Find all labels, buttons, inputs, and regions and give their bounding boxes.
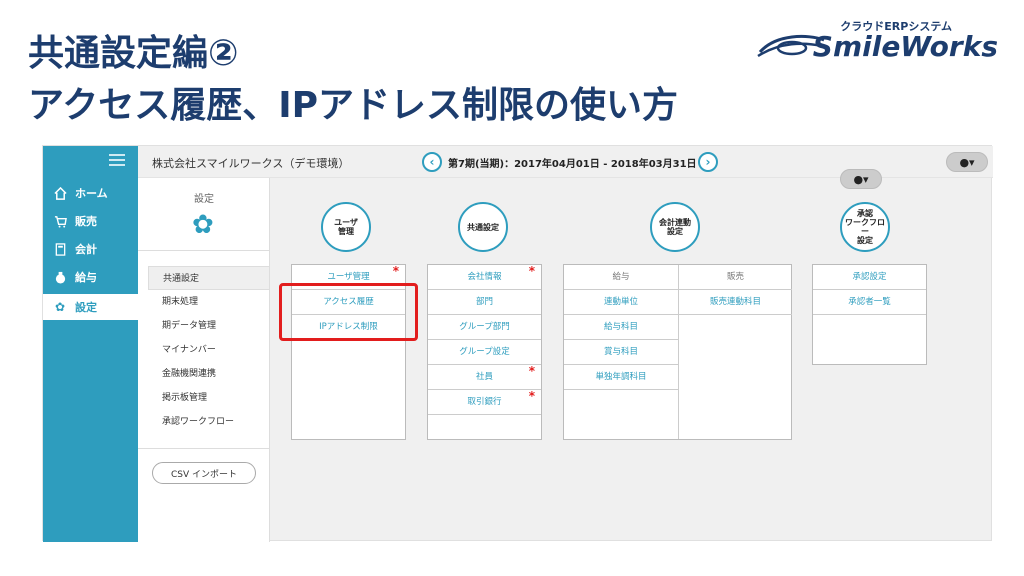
gear-icon: ✿ (54, 300, 66, 314)
sales-subcolumn: 販売 販売連動科目 (679, 265, 792, 315)
side-nav: ホーム 販売 会計 給与 ✿ 設定 (43, 146, 138, 542)
divider (138, 250, 270, 251)
settings-heading: 設定 (194, 194, 214, 205)
link-employee[interactable]: 社員 * (428, 364, 541, 390)
link-salary-account[interactable]: 給与科目 (564, 315, 678, 340)
row-label: 社員 (475, 372, 493, 382)
row-label: 会社情報 (467, 272, 502, 282)
company-name: 株式会社スマイルワークス（デモ環境） (152, 157, 350, 170)
app-window: ホーム 販売 会計 給与 ✿ 設定 株式会社スマイルワークス（デモ環境） ‹ 第… (42, 145, 993, 542)
column-accounting-link: 給与 連動単位 給与科目 賞与科目 単独年調科目 販売 販売連動科目 (563, 264, 792, 440)
sales-header: 販売 (679, 265, 792, 290)
link-link-unit[interactable]: 連動単位 (564, 290, 678, 315)
settings-item-period-data[interactable]: 期データ管理 (138, 314, 270, 338)
next-period-button[interactable]: › (698, 152, 718, 172)
link-group-department[interactable]: グループ部門 (428, 315, 541, 340)
settings-item-year-end[interactable]: 期末処理 (138, 290, 270, 314)
home-icon (53, 186, 67, 200)
group-circle-user: ユーザ 管理 (321, 202, 371, 252)
nav-label: 設定 (75, 301, 97, 314)
settings-item-mynumber[interactable]: マイナンバー (138, 338, 270, 362)
settings-item-common[interactable]: 共通設定 (148, 266, 270, 290)
user-icon: ●▾ (959, 155, 975, 169)
divider (138, 448, 270, 449)
nav-item-home[interactable]: ホーム (43, 180, 138, 206)
user-menu-button[interactable]: ●▾ (946, 152, 988, 172)
link-bank[interactable]: 取引銀行 * (428, 389, 541, 415)
nav-item-payroll[interactable]: 給与 (43, 264, 138, 290)
link-department[interactable]: 部門 (428, 290, 541, 315)
group-title-user: ユーザ 管理 (334, 218, 358, 236)
nav-label: 販売 (75, 215, 97, 228)
link-approver-list[interactable]: 承認者一覧 (813, 290, 926, 315)
link-approval-settings[interactable]: 承認設定 (813, 265, 926, 290)
slide-title-line2: アクセス履歴、IPアドレス制限の使い方 (28, 85, 678, 126)
slide: 共通設定編② アクセス履歴、IPアドレス制限の使い方 クラウドERPシステム S… (0, 0, 1024, 576)
payroll-header: 給与 (564, 265, 678, 290)
link-bonus-account[interactable]: 賞与科目 (564, 340, 678, 365)
hamburger-menu-icon[interactable] (109, 154, 125, 166)
nav-item-accounting[interactable]: 会計 (43, 236, 138, 262)
group-circle-workflow: 承認 ワークフロー 設定 (840, 202, 890, 252)
slide-title-line1: 共通設定編② (28, 33, 239, 74)
nav-label: 会計 (75, 243, 97, 256)
required-mark: * (528, 364, 535, 378)
nav-label: 給与 (75, 271, 97, 284)
row-label: 取引銀行 (467, 397, 502, 407)
column-common: 会社情報 * 部門 グループ部門 グループ設定 社員 * 取引銀行 * (427, 264, 542, 440)
link-group-settings[interactable]: グループ設定 (428, 340, 541, 365)
cart-icon (53, 214, 67, 228)
column-workflow: 承認設定 承認者一覧 (812, 264, 927, 365)
settings-item-board[interactable]: 掲示板管理 (138, 386, 270, 410)
group-circle-common: 共通設定 (458, 202, 508, 252)
settings-menu: 共通設定 期末処理 期データ管理 マイナンバー 金融機関連携 掲示板管理 承認ワ… (138, 266, 270, 434)
settings-panel: 設定 ✿ 共通設定 期末処理 期データ管理 マイナンバー 金融機関連携 掲示板管… (138, 178, 270, 542)
link-sales-account[interactable]: 販売連動科目 (679, 290, 792, 315)
group-title-accounting-link: 会計連動 設定 (659, 218, 691, 236)
settings-gear-icon: ✿ (192, 210, 214, 240)
link-company-info[interactable]: 会社情報 * (428, 264, 541, 290)
required-mark: * (392, 264, 399, 278)
highlight-annotation (279, 283, 418, 341)
link-year-end-account[interactable]: 単独年調科目 (564, 365, 678, 390)
period-label: 第7期(当期)：2017年04月01日 - 2018年03月31日 (448, 159, 697, 170)
money-bag-icon (53, 270, 67, 284)
row-label: ユーザ管理 (327, 272, 370, 282)
payroll-subcolumn: 給与 連動単位 給与科目 賞与科目 単独年調科目 (564, 265, 678, 390)
settings-item-bank-link[interactable]: 金融機関連携 (138, 362, 270, 386)
prev-period-button[interactable]: ‹ (422, 152, 442, 172)
settings-item-workflow[interactable]: 承認ワークフロー (138, 410, 270, 434)
nav-item-sales[interactable]: 販売 (43, 208, 138, 234)
group-title-common: 共通設定 (467, 222, 499, 232)
group-circle-accounting-link: 会計連動 設定 (650, 202, 700, 252)
nav-label: ホーム (75, 187, 108, 200)
user-menu-button-secondary[interactable]: ●▾ (840, 169, 882, 189)
logo-wordmark: SmileWorks (812, 30, 998, 63)
user-icon: ●▾ (853, 172, 869, 186)
csv-import-button[interactable]: CSV インポート (152, 462, 256, 484)
calculator-icon (53, 242, 67, 256)
required-mark: * (528, 264, 535, 278)
required-mark: * (528, 389, 535, 403)
group-title-workflow: 承認 ワークフロー 設定 (845, 209, 885, 245)
nav-item-settings[interactable]: ✿ 設定 (43, 294, 138, 320)
